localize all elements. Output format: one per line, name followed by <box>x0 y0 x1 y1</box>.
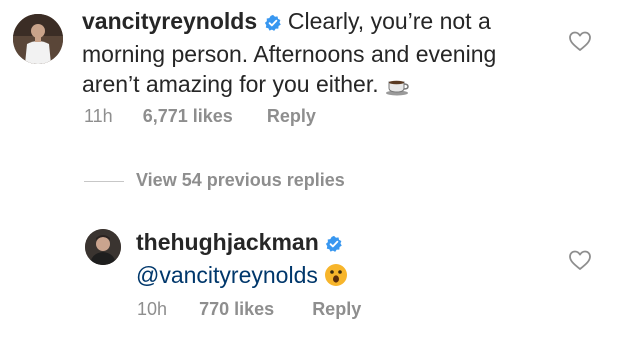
likes-count[interactable]: 770 likes <box>199 299 274 320</box>
comment-body: thehughjackman @vancityreynolds <box>136 227 576 294</box>
avatar-vancityreynolds[interactable] <box>13 14 63 64</box>
username[interactable]: thehughjackman <box>136 229 319 255</box>
reply-button[interactable]: Reply <box>312 299 361 320</box>
view-previous-replies-button[interactable]: View 54 previous replies <box>84 170 345 191</box>
comment-time: 11h <box>84 106 113 126</box>
comment-text-line2: morning person. Afternoons and evening <box>82 41 497 67</box>
mention-link[interactable]: @vancityreynolds <box>136 262 318 288</box>
comment-text-line1: Clearly, you’re not a <box>287 8 491 34</box>
avatar-image <box>13 14 63 64</box>
astonished-face-icon <box>324 263 348 294</box>
comment-vancityreynolds: vancityreynolds Clearly, you’re not a mo… <box>0 0 620 140</box>
comment-thehughjackman: thehughjackman @vancityreynolds 10h 770 … <box>0 215 620 348</box>
comment-text-line3: aren’t amazing for you either. <box>82 71 379 97</box>
verified-badge-icon <box>264 9 282 39</box>
reply-button[interactable]: Reply <box>267 106 316 127</box>
view-replies-label: View 54 previous replies <box>136 170 345 190</box>
comment-meta: 10h 770 likes Reply <box>137 299 361 320</box>
likes-count[interactable]: 6,771 likes <box>143 106 233 127</box>
comment-meta: 11h 6,771 likes Reply <box>84 106 316 127</box>
comment-time: 10h <box>137 299 168 319</box>
divider-line <box>84 180 124 182</box>
avatar-thehughjackman[interactable] <box>85 229 121 265</box>
comment-body: vancityreynolds Clearly, you’re not a mo… <box>82 6 602 103</box>
username[interactable]: vancityreynolds <box>82 8 257 34</box>
verified-badge-icon <box>325 230 343 260</box>
like-heart-icon[interactable] <box>568 30 592 57</box>
coffee-icon <box>385 73 411 103</box>
like-heart-icon[interactable] <box>568 249 592 276</box>
avatar-image <box>85 229 121 265</box>
